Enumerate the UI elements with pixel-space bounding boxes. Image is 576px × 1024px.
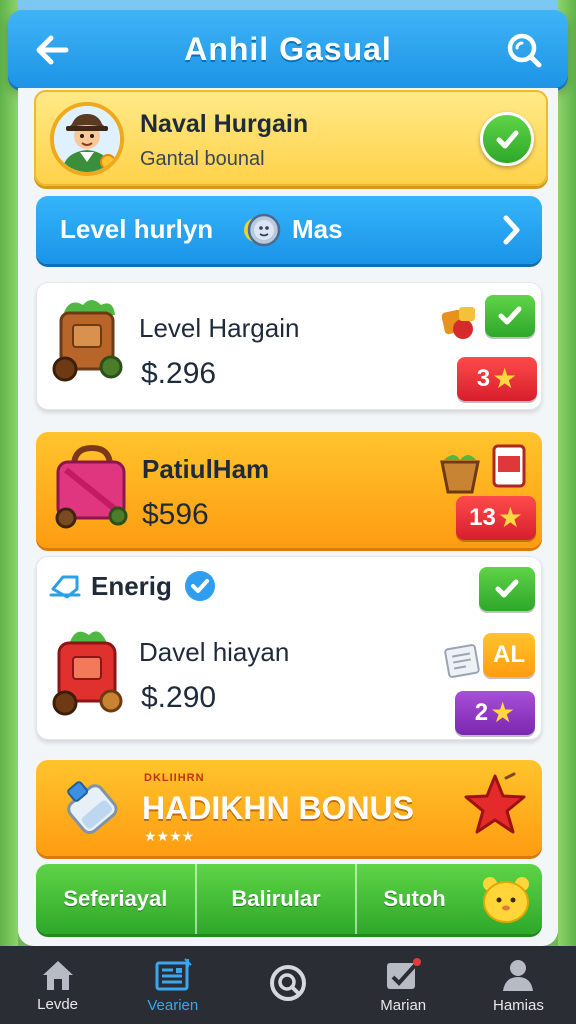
list-item[interactable]: PatiulHam $596 13 ★ xyxy=(36,432,542,548)
app-header: Anhil Gasual xyxy=(8,10,568,88)
item-title: Davel hiayan xyxy=(139,637,290,667)
segment-button[interactable]: Balirular xyxy=(194,864,356,934)
section-title: Enerig xyxy=(91,571,172,601)
item-price: $596 xyxy=(142,498,209,531)
drink-cup-icon xyxy=(492,444,526,488)
tag-badge: AL xyxy=(483,633,535,677)
tab-label: Marian xyxy=(380,996,427,1014)
list-item[interactable]: Enerig Davel hiayan $.290 AL 2 ★ xyxy=(36,556,542,740)
tag-badge-label: AL xyxy=(493,641,525,668)
segment-button[interactable]: Seferiayal xyxy=(36,864,195,934)
bonus-small-label: DKLIIHRN xyxy=(144,772,205,784)
check-icon xyxy=(498,306,522,325)
level-suffix: Mas xyxy=(292,214,343,244)
basket-icon xyxy=(440,455,480,494)
star-count: 2 xyxy=(474,699,489,726)
segment-button[interactable]: Sutoh xyxy=(355,864,542,934)
farmer-avatar-icon xyxy=(54,106,120,172)
notes-icon xyxy=(387,957,422,989)
star-count: 13 xyxy=(469,504,496,531)
tab-levde[interactable]: Levde xyxy=(0,946,115,1024)
level-emblem-icon xyxy=(244,213,281,247)
star-icon: ★ xyxy=(492,363,518,394)
bottom-tab-bar: Levde Vearien Marian Hamias xyxy=(0,946,576,1024)
tab-search[interactable] xyxy=(230,946,345,1024)
news-icon xyxy=(155,957,192,990)
page-title: Anhil Gasual xyxy=(184,30,392,67)
tag-icon xyxy=(49,575,81,599)
bonus-banner[interactable]: DKLIIHRN HADIKHN BONUS ★★★★ xyxy=(36,760,542,856)
tab-hamias[interactable]: Hamias xyxy=(461,946,576,1024)
list-item[interactable]: Level Hargain $.296 3 ★ xyxy=(36,282,542,410)
back-button[interactable] xyxy=(30,28,74,72)
tab-vearien[interactable]: Vearien xyxy=(115,946,230,1024)
red-cart-icon xyxy=(52,631,123,716)
tab-label: Levde xyxy=(37,995,79,1013)
check-icon xyxy=(495,579,519,598)
chevron-right-icon[interactable] xyxy=(496,212,526,248)
confirm-button[interactable] xyxy=(480,112,534,166)
avatar[interactable] xyxy=(50,102,124,176)
segment-label: Balirular xyxy=(231,886,321,911)
red-star-icon xyxy=(464,772,526,834)
tab-label: Hamias xyxy=(492,996,544,1014)
star-count: 3 xyxy=(476,365,491,392)
search-button[interactable] xyxy=(502,28,546,72)
home-icon xyxy=(42,960,73,990)
bonus-title: HADIKHN BONUS xyxy=(142,790,414,826)
star-icon: ★ xyxy=(490,697,516,728)
profile-subtitle: Gantal bounal xyxy=(140,148,265,170)
profile-card[interactable]: Naval Hurgain Gantal bounal xyxy=(34,90,548,186)
document-icon xyxy=(444,644,480,678)
item-check-badge[interactable] xyxy=(485,295,535,337)
tab-marian[interactable]: Marian xyxy=(346,946,461,1024)
tab-label: Vearien xyxy=(147,996,199,1014)
bag-icon xyxy=(55,444,128,529)
potion-bottle-icon xyxy=(67,781,118,834)
gift-items-icon xyxy=(441,307,475,339)
star-count-badge: 2 ★ xyxy=(455,691,535,735)
segmented-control: Seferiayal Balirular Sutoh xyxy=(36,864,542,934)
check-icon xyxy=(496,130,519,149)
star-icon: ★ xyxy=(497,502,523,533)
level-bar[interactable]: Level hurlyn Mas xyxy=(36,196,542,264)
star-count-badge: 13 ★ xyxy=(456,496,536,540)
back-arrow-icon xyxy=(36,35,69,65)
verified-icon xyxy=(185,571,215,601)
background-right-edge xyxy=(558,0,576,1024)
profile-icon xyxy=(503,959,534,991)
segment-label: Seferiayal xyxy=(63,886,168,911)
item-price: $.290 xyxy=(141,681,217,714)
item-title: Level Hargain xyxy=(139,313,300,343)
item-check-badge[interactable] xyxy=(479,567,535,611)
level-label: Level hurlyn xyxy=(60,214,214,244)
background-left-edge xyxy=(0,0,18,1024)
item-title: PatiulHam xyxy=(142,454,270,484)
search-icon xyxy=(507,33,542,68)
star-count-badge: 3 ★ xyxy=(457,357,537,401)
segment-label: Sutoh xyxy=(383,886,446,911)
search-icon xyxy=(270,965,306,1001)
bonus-stars: ★★★★ xyxy=(144,828,195,844)
yellow-blob-icon xyxy=(483,877,530,923)
profile-name: Naval Hurgain xyxy=(140,110,309,138)
item-price: $.296 xyxy=(141,357,217,390)
wooden-cart-icon xyxy=(52,300,123,382)
